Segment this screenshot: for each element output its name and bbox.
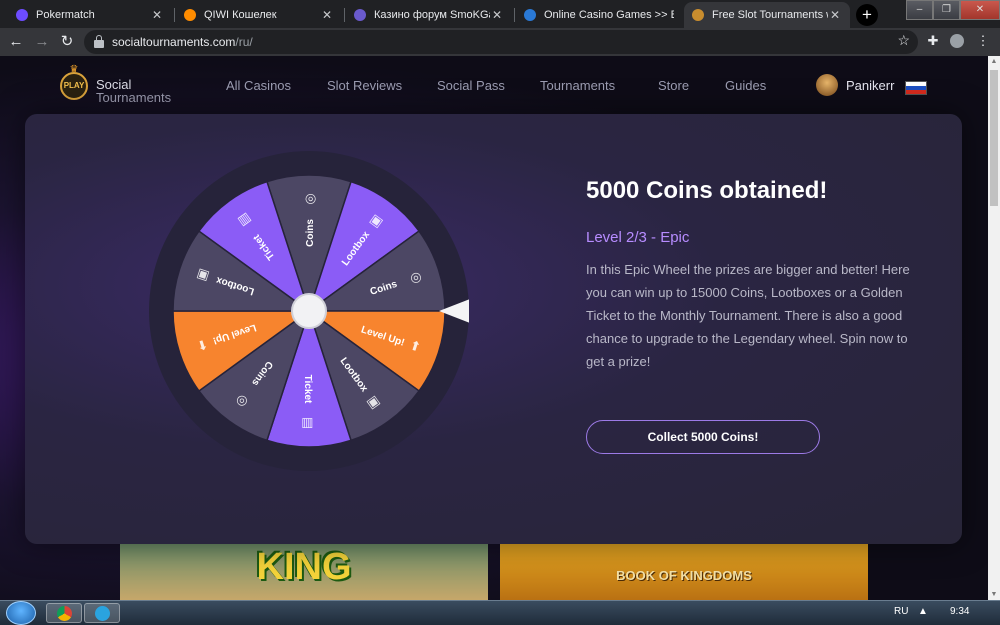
tab-title: Казино форум SmoKGames (374, 9, 490, 21)
lock-icon (94, 35, 104, 48)
game-thumb-book-of-kingdoms[interactable]: BOOK OF KINGDOMS (500, 542, 868, 600)
bookmark-star-icon[interactable]: ☆ (897, 32, 910, 49)
browser-toolbar: ← → ↻ socialtournaments.com/ru/ ☆ ✚ ⋮ (0, 28, 1000, 56)
telegram-icon (95, 606, 110, 621)
restore-window-button[interactable]: ❐ (933, 0, 960, 20)
play-logo-badge[interactable]: PLAY (60, 72, 88, 100)
close-window-button[interactable]: ✕ (960, 0, 1000, 20)
close-tab-icon[interactable]: ✕ (320, 8, 334, 22)
smokgames-favicon-icon (354, 9, 366, 21)
nav-slot-reviews[interactable]: Slot Reviews (327, 78, 402, 93)
browser-menu-icon[interactable]: ⋮ (976, 34, 990, 48)
chrome-icon (57, 606, 72, 621)
reload-icon[interactable]: ↻ (57, 32, 77, 52)
user-name[interactable]: Panikerr (846, 78, 894, 93)
tab-title: Free Slot Tournaments with (712, 9, 828, 21)
browser-tab-strip: Pokermatch ✕ QIWI Кошелек ✕ Казино форум… (0, 0, 1000, 28)
forward-arrow-icon[interactable]: → (32, 32, 52, 52)
windows-taskbar: RU ▲ 9:34 (0, 600, 1000, 625)
nav-all-casinos[interactable]: All Casinos (226, 78, 291, 93)
spin-result-modal: Coins ◎ Lootbox ▣ Coins ◎ Level Up! ⬆ Lootbox ▣ Ti… (25, 114, 962, 544)
scrollbar-thumb[interactable] (990, 70, 998, 206)
site-logo-text[interactable]: Social Tournaments (96, 78, 171, 104)
clock[interactable]: 9:34 (950, 606, 969, 617)
nav-guides[interactable]: Guides (725, 78, 766, 93)
back-arrow-icon[interactable]: ← (6, 32, 26, 52)
tab-online-casino[interactable]: Online Casino Games >> Bo (516, 2, 682, 28)
game-thumb-king[interactable]: KING (120, 542, 488, 600)
nav-tournaments[interactable]: Tournaments (540, 78, 615, 93)
tab-free-slot-tournaments[interactable]: Free Slot Tournaments with ✕ (684, 2, 850, 28)
wheel-description: In this Epic Wheel the prizes are bigger… (586, 262, 910, 369)
tab-separator (344, 8, 345, 22)
tab-qiwi[interactable]: QIWI Кошелек ✕ (176, 2, 342, 28)
nav-store[interactable]: Store (658, 78, 689, 93)
scroll-up-arrow-icon[interactable]: ▲ (988, 58, 1000, 65)
taskbar-telegram[interactable] (84, 603, 120, 623)
wheel-segment-label: Ticket (302, 375, 313, 404)
tab-title: Pokermatch (36, 9, 95, 21)
minimize-window-button[interactable]: – (906, 0, 933, 20)
casino-favicon-icon (524, 9, 536, 21)
social-tournaments-favicon-icon (692, 9, 704, 21)
collect-coins-button[interactable]: Collect 5000 Coins! (586, 420, 820, 454)
ticket-icon: ▤ (300, 417, 315, 429)
game-thumb-book-logo: BOOK OF KINGDOMS (616, 568, 752, 583)
profile-avatar-icon[interactable] (950, 34, 964, 48)
wheel-hub (291, 293, 327, 329)
wheel-segment-label: Coins (305, 219, 316, 247)
nav-social-pass[interactable]: Social Pass (437, 78, 505, 93)
page-content: ♛ PLAY Social Tournaments All Casinos Sl… (0, 56, 988, 600)
tray-expand-icon[interactable]: ▲ (918, 606, 928, 617)
tab-smokgames[interactable]: Казино форум SmoKGames ✕ (346, 2, 512, 28)
prize-title: 5000 Coins obtained! (586, 177, 828, 204)
new-tab-button[interactable]: + (856, 4, 878, 26)
language-indicator[interactable]: RU (894, 606, 908, 617)
url-text: socialtournaments.com/ru/ (112, 35, 253, 49)
tab-pokermatch[interactable]: Pokermatch ✕ (8, 2, 172, 28)
logo-line-tournaments: Tournaments (96, 90, 172, 105)
close-tab-icon[interactable]: ✕ (150, 8, 164, 22)
page-scrollbar[interactable]: ▲ ▼ (988, 56, 1000, 600)
user-avatar[interactable] (816, 74, 838, 96)
russian-flag-icon[interactable] (905, 81, 927, 95)
close-tab-icon[interactable]: ✕ (490, 8, 504, 22)
tab-title: Online Casino Games >> Bo (544, 9, 674, 21)
wheel-segment-content: Coins ◎ (303, 193, 318, 247)
url-host: socialtournaments.com (112, 35, 236, 49)
tab-title: QIWI Кошелек (204, 9, 277, 21)
coins-icon: ◎ (303, 193, 318, 204)
url-path: /ru/ (235, 35, 253, 49)
address-bar[interactable]: socialtournaments.com/ru/ ☆ (84, 30, 918, 54)
wheel-level: Level 2/3 - Epic (586, 229, 690, 246)
prize-wheel[interactable]: Coins◎Lootbox▣Coins◎Level Up! ⬆Lootbox▣Ti… (149, 151, 469, 471)
wheel-segment-content: Ticket ▤ (300, 375, 315, 430)
extensions-puzzle-icon[interactable]: ✚ (926, 34, 940, 48)
windows-start-button[interactable] (6, 601, 36, 625)
tab-separator (174, 8, 175, 22)
scroll-down-arrow-icon[interactable]: ▼ (988, 591, 1000, 598)
site-header: ♛ PLAY Social Tournaments All Casinos Sl… (0, 56, 988, 114)
taskbar-chrome[interactable] (46, 603, 82, 623)
close-tab-icon[interactable]: ✕ (828, 8, 842, 22)
pokermatch-favicon-icon (16, 9, 28, 21)
tab-separator (514, 8, 515, 22)
game-thumb-king-logo: KING (256, 546, 352, 588)
qiwi-favicon-icon (184, 9, 196, 21)
